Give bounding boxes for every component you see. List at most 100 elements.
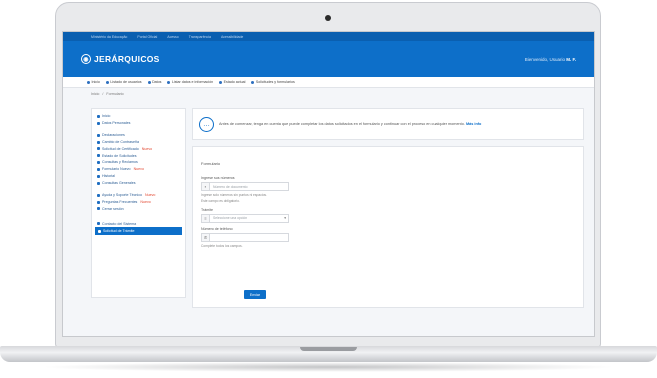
sidebar-item-label: Inicio bbox=[102, 114, 111, 119]
menu-item-label: Listado de usuarios bbox=[110, 80, 142, 84]
bullet-icon bbox=[97, 161, 100, 165]
bullet-icon bbox=[98, 229, 101, 233]
data-icon bbox=[147, 80, 151, 84]
new-badge: Nuevo bbox=[133, 167, 144, 172]
sidebar-item-label: Cambio de Contraseña bbox=[102, 139, 139, 144]
sidebar-item[interactable]: Datos Personales bbox=[92, 120, 185, 127]
breadcrumb: Inicio / Formulario bbox=[63, 88, 594, 100]
breadcrumb-item: Formulario bbox=[106, 92, 124, 96]
users-icon bbox=[105, 80, 109, 84]
menu-item[interactable]: Inicio bbox=[87, 80, 100, 84]
new-badge: Nuevo bbox=[141, 146, 153, 151]
phone-input[interactable]: ✆ bbox=[201, 232, 289, 242]
home-icon bbox=[87, 80, 90, 84]
sidebar-item[interactable]: Historial bbox=[92, 173, 185, 180]
top-strip-item[interactable]: Portal Oficial bbox=[137, 35, 157, 39]
bullet-icon bbox=[97, 133, 100, 137]
sidebar-item[interactable]: Cerrar sesión bbox=[92, 206, 185, 213]
top-strip-item[interactable]: Acessibilidade bbox=[221, 35, 243, 39]
bullet-icon bbox=[97, 200, 100, 204]
sidebar-item[interactable]: Solicitud de Certificado Nuevo bbox=[92, 146, 185, 153]
sidebar-item-label: Contacto del Sistema bbox=[102, 221, 137, 226]
sidebar: Inicio Datos Personales Declaraciones Ca… bbox=[91, 108, 186, 298]
bullet-icon bbox=[97, 174, 100, 178]
new-badge: Nuevo bbox=[145, 192, 156, 197]
top-strip-item[interactable]: Acesso bbox=[167, 35, 178, 39]
main-panel: … Antes de comenzar, tenga en cuenta que… bbox=[192, 108, 584, 308]
sidebar-item-label: Preguntas Frecuentes bbox=[102, 199, 138, 204]
laptop-mockup: Ministério da Educação Portal Oficial Ac… bbox=[0, 0, 657, 378]
phone-label: Número de teléfono bbox=[201, 226, 233, 231]
camera-icon bbox=[325, 15, 331, 21]
sidebar-item[interactable]: Inicio bbox=[92, 113, 185, 120]
sidebar-item-active[interactable]: Solicitud de Trámite bbox=[95, 227, 182, 235]
breadcrumb-item[interactable]: Inicio bbox=[91, 92, 99, 96]
sidebar-item[interactable]: Contacto del Sistema bbox=[92, 220, 185, 227]
procedure-value: Seleccione una opción bbox=[213, 216, 248, 221]
notice-text: Antes de comenzar, tenga en cuenta que p… bbox=[219, 122, 481, 127]
required-hint: Este campo es obligatorio. bbox=[201, 199, 240, 204]
sidebar-item-label: Consultas Generales bbox=[102, 181, 136, 186]
id-card-icon: ▪ bbox=[202, 183, 210, 190]
bullet-icon bbox=[97, 222, 100, 226]
menu-item-label: Inicio bbox=[91, 80, 100, 84]
sidebar-item[interactable]: Declaraciones bbox=[92, 132, 185, 139]
breadcrumb-separator: / bbox=[102, 92, 104, 96]
phone-icon: ✆ bbox=[202, 233, 210, 241]
list-icon bbox=[167, 80, 171, 84]
forms-icon bbox=[251, 80, 255, 84]
sidebar-item[interactable]: Ayuda y Soporte Técnico Nuevo bbox=[92, 192, 185, 199]
menu-item[interactable]: Solicitudes y formularios bbox=[251, 80, 295, 84]
list-icon: ≡ bbox=[202, 214, 210, 222]
logo[interactable]: ◉ JERÁRQUICOS bbox=[81, 54, 160, 64]
sidebar-item[interactable]: Preguntas Frecuentes Nuevo bbox=[92, 199, 185, 206]
info-notice: … Antes de comenzar, tenga en cuenta que… bbox=[192, 108, 584, 140]
content-area: Inicio Datos Personales Declaraciones Ca… bbox=[63, 100, 594, 308]
menu-item-label: Estado actual bbox=[223, 80, 246, 84]
status-icon bbox=[219, 80, 223, 84]
document-placeholder: Número de documento bbox=[213, 184, 248, 189]
document-label: Ingrese sus números bbox=[201, 176, 235, 180]
sidebar-item-label: Consultas y Reclamos bbox=[102, 160, 138, 165]
top-strip: Ministério da Educação Portal Oficial Ac… bbox=[63, 32, 594, 41]
bullet-icon bbox=[97, 140, 100, 144]
bullet-icon bbox=[97, 121, 100, 125]
user-info[interactable]: Bienvenido, Usuario M. F. bbox=[525, 57, 576, 62]
more-info-link[interactable]: Más info bbox=[466, 122, 481, 126]
request-form: Formulario Ingrese sus números ▪ Número … bbox=[192, 146, 584, 308]
sidebar-item-label: Declaraciones bbox=[102, 132, 125, 137]
user-name: M. F. bbox=[566, 56, 576, 62]
sidebar-item-label: Solicitud de Certificado bbox=[102, 146, 139, 151]
menu-item[interactable]: Listar datos e información bbox=[167, 80, 213, 84]
menu-item-label: Listar datos e información bbox=[171, 80, 214, 84]
screen: Ministério da Educação Portal Oficial Ac… bbox=[62, 31, 595, 337]
menu-item[interactable]: Estado actual bbox=[219, 80, 245, 84]
laptop-notch bbox=[300, 347, 357, 351]
bullet-icon bbox=[97, 154, 100, 158]
top-strip-item[interactable]: Ministério da Educação bbox=[91, 35, 127, 39]
bullet-icon bbox=[97, 114, 100, 118]
sidebar-item[interactable]: Cambio de Contraseña bbox=[92, 139, 185, 146]
submit-button[interactable]: Enviar bbox=[244, 290, 266, 299]
sidebar-item-label: Cerrar sesión bbox=[102, 206, 124, 211]
logo-text: JERÁRQUICOS bbox=[94, 54, 160, 64]
form-title: Formulario bbox=[201, 161, 221, 166]
bullet-icon bbox=[97, 168, 100, 172]
app-header: ◉ JERÁRQUICOS Bienvenido, Usuario M. F. bbox=[63, 41, 594, 77]
menu-item[interactable]: Datos bbox=[147, 80, 161, 84]
bullet-icon bbox=[97, 193, 100, 197]
menu-item[interactable]: Listado de usuarios bbox=[105, 80, 142, 84]
document-input[interactable]: ▪ Número de documento bbox=[201, 182, 289, 191]
top-strip-item[interactable]: Transparência bbox=[189, 35, 211, 39]
bullet-icon bbox=[97, 147, 100, 151]
bullet-icon bbox=[97, 181, 100, 185]
chevron-down-icon: ▾ bbox=[284, 216, 286, 221]
new-badge: Nuevo bbox=[140, 199, 151, 204]
sidebar-item[interactable]: Estado de Solicitudes bbox=[92, 152, 185, 159]
procedure-select[interactable]: ≡ Seleccione una opción ▾ bbox=[201, 213, 289, 223]
sidebar-item[interactable]: Formulario Nuevo Nuevo bbox=[92, 166, 185, 173]
sidebar-item[interactable]: Consultas y Reclamos bbox=[92, 159, 185, 166]
sidebar-item[interactable]: Consultas Generales bbox=[92, 180, 185, 187]
laptop-shadow bbox=[40, 362, 617, 372]
